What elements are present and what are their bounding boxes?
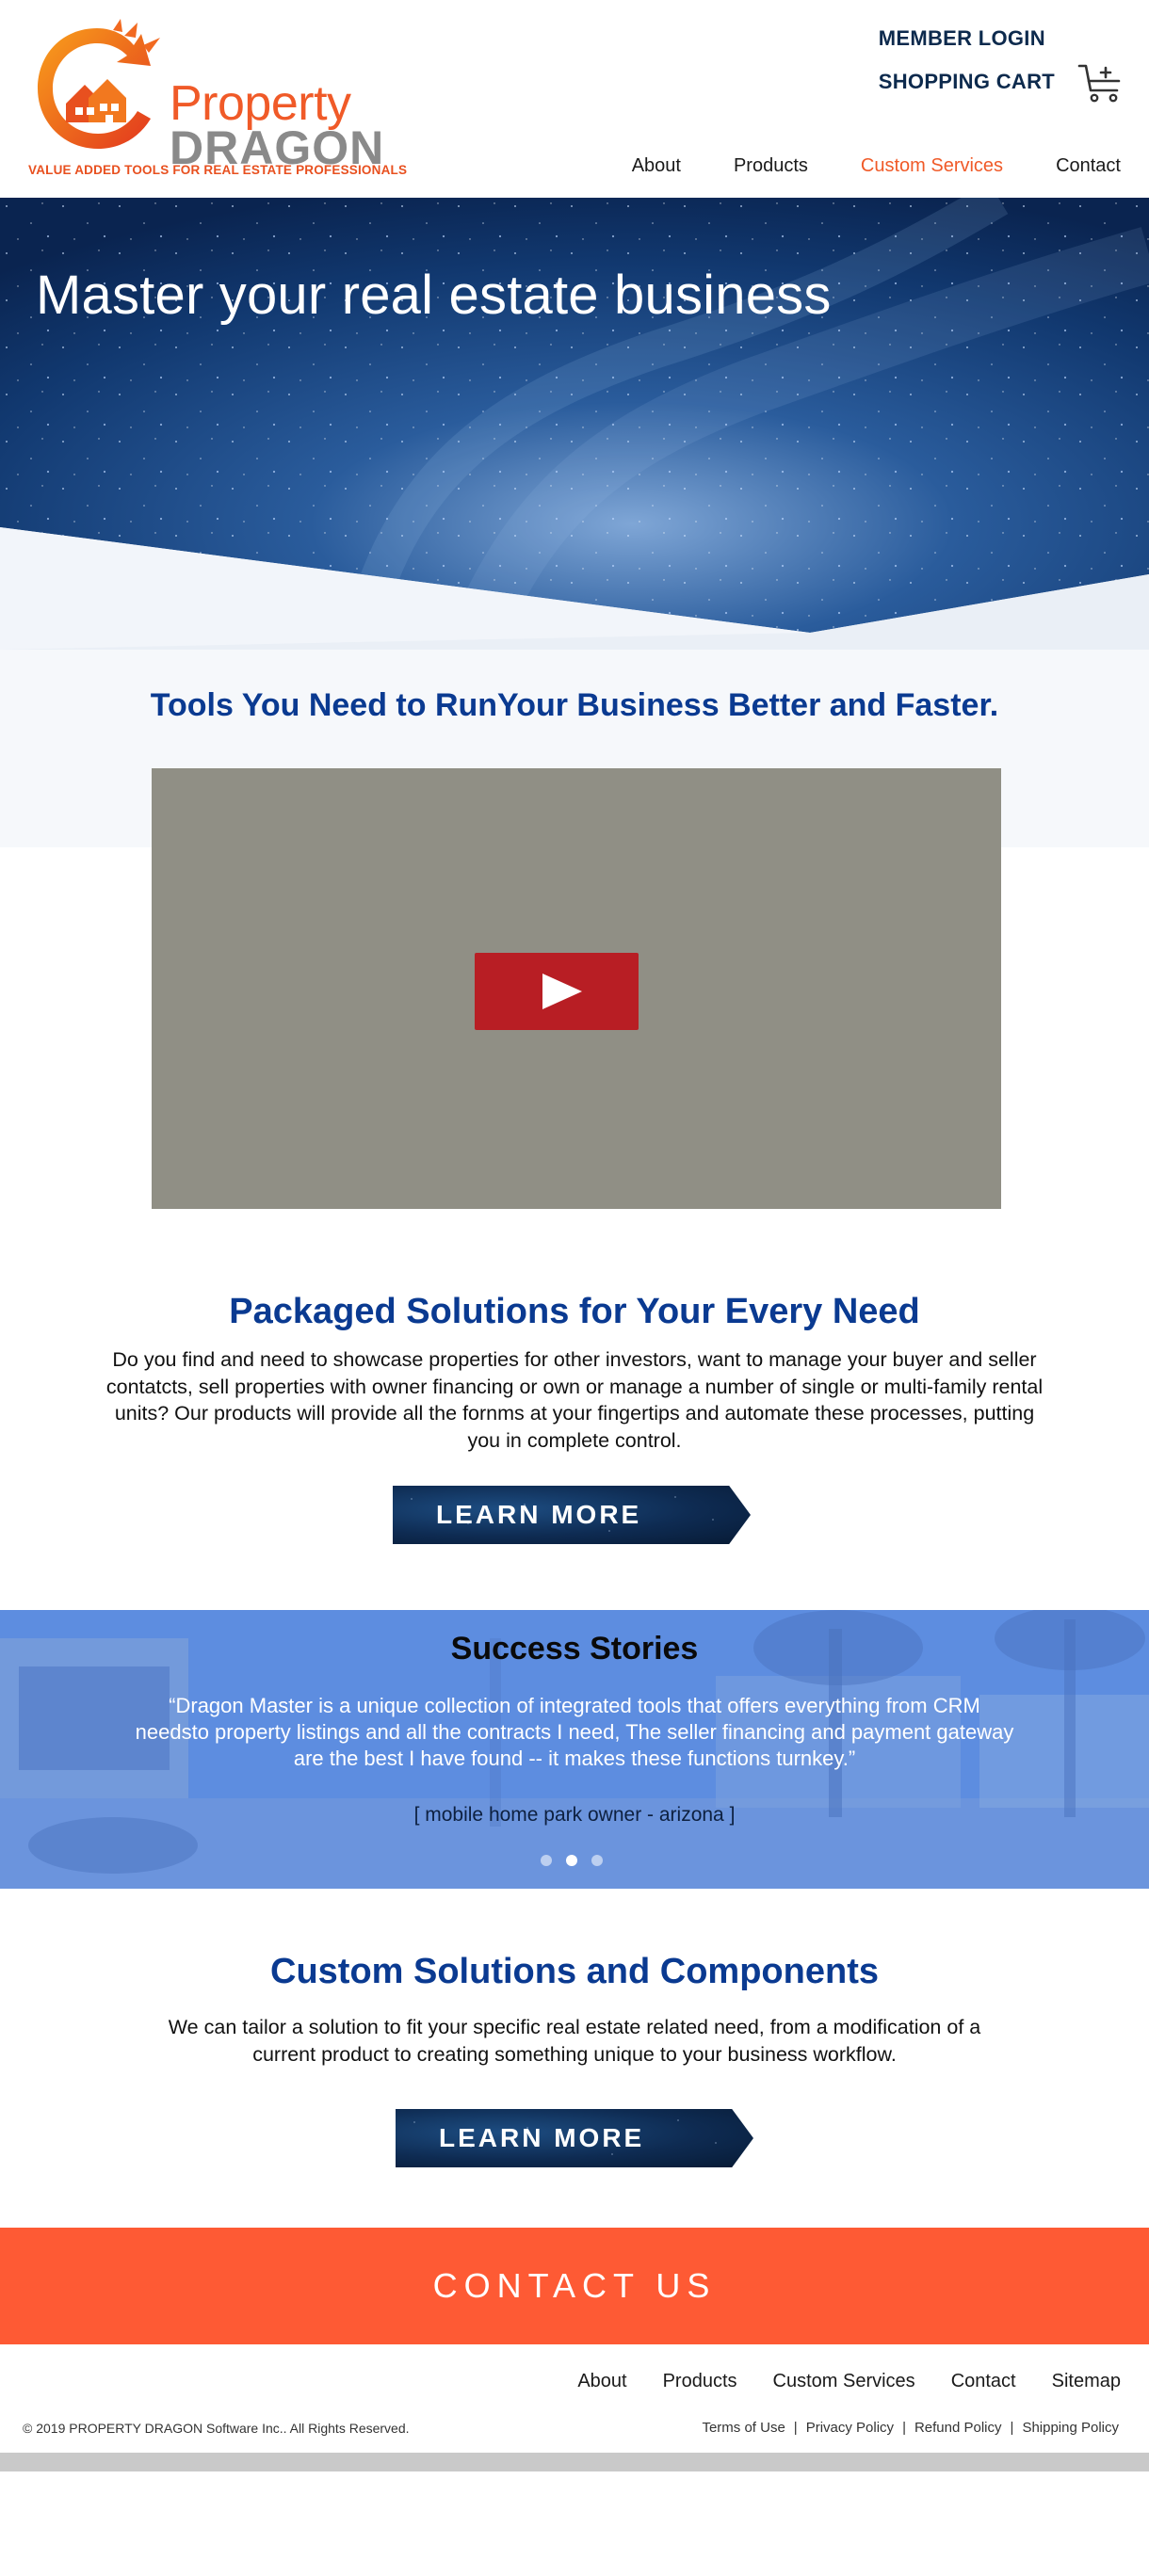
copyright-text: © 2019 PROPERTY DRAGON Software Inc.. Al… [23,2421,410,2436]
shopping-cart-link[interactable]: SHOPPING CART [879,70,1055,94]
footer-nav-custom-services[interactable]: Custom Services [773,2371,915,2392]
footer-nav-products[interactable]: Products [663,2371,737,2392]
custom-heading: Custom Solutions and Components [270,1952,879,1991]
refund-link[interactable]: Refund Policy [914,2420,1002,2436]
slider-dots [541,1855,603,1866]
privacy-link[interactable]: Privacy Policy [806,2420,894,2436]
main-nav: About Products Custom Services Contact [579,155,1121,177]
slider-dot-2[interactable] [566,1855,577,1866]
dragon-logo-icon [38,19,160,149]
brand-logo[interactable]: Property DRAGON VALUE ADDED TOOLS FOR RE… [26,17,407,182]
account-links: MEMBER LOGIN SHOPPING CART [879,26,1055,94]
tools-heading: Tools You Need to RunYour Business Bette… [150,687,999,723]
custom-description: We can tailor a solution to fit your spe… [168,2016,981,2066]
legal-separator: | [1010,2420,1014,2436]
packaged-heading: Packaged Solutions for Your Every Need [229,1292,920,1331]
legal-separator: | [793,2420,798,2436]
legal-links: Terms of Use | Privacy Policy | Refund P… [702,2420,1119,2436]
play-icon [542,974,582,1009]
site-header: Property DRAGON VALUE ADDED TOOLS FOR RE… [0,0,1149,198]
packaged-learn-more-button[interactable]: LEARN MORE [393,1486,751,1544]
nav-contact[interactable]: Contact [1056,155,1121,177]
testimonial-author: [ mobile home park owner - arizona ] [413,1804,736,1826]
hero-banner: Master your real estate business [0,198,1149,650]
hero-title: Master your real estate business [36,265,832,326]
contact-us-label: CONTACT US [432,2266,717,2305]
nav-custom-services[interactable]: Custom Services [861,155,1003,177]
play-button[interactable] [475,953,639,1030]
footer-nav-sitemap[interactable]: Sitemap [1052,2371,1121,2392]
brand-tagline: VALUE ADDED TOOLS FOR REAL ESTATE PROFES… [28,163,408,177]
packaged-description: Do you find and need to showcase propert… [105,1348,1044,1452]
nav-about[interactable]: About [632,155,681,177]
footer-nav-contact[interactable]: Contact [951,2371,1016,2392]
slider-dot-1[interactable] [541,1855,552,1866]
footer-nav-about[interactable]: About [577,2371,626,2392]
member-login-link[interactable]: MEMBER LOGIN [879,26,1055,51]
cart-add-icon[interactable] [1077,62,1123,104]
bottom-bar [0,2453,1149,2471]
success-heading: Success Stories [450,1631,699,1666]
testimonial-quote: “Dragon Master is a unique collection of… [135,1694,1014,1770]
legal-separator: | [902,2420,906,2436]
slider-dot-3[interactable] [591,1855,603,1866]
video-player[interactable] [152,768,1001,1209]
terms-link[interactable]: Terms of Use [702,2420,785,2436]
footer-nav: About Products Custom Services Contact S… [542,2371,1121,2392]
nav-products[interactable]: Products [734,155,808,177]
contact-us-button[interactable]: CONTACT US [0,2228,1149,2344]
custom-learn-more-button[interactable]: LEARN MORE [396,2109,753,2167]
shipping-link[interactable]: Shipping Policy [1022,2420,1119,2436]
success-stories: Success Stories “Dragon Master is a uniq… [0,1610,1149,1889]
